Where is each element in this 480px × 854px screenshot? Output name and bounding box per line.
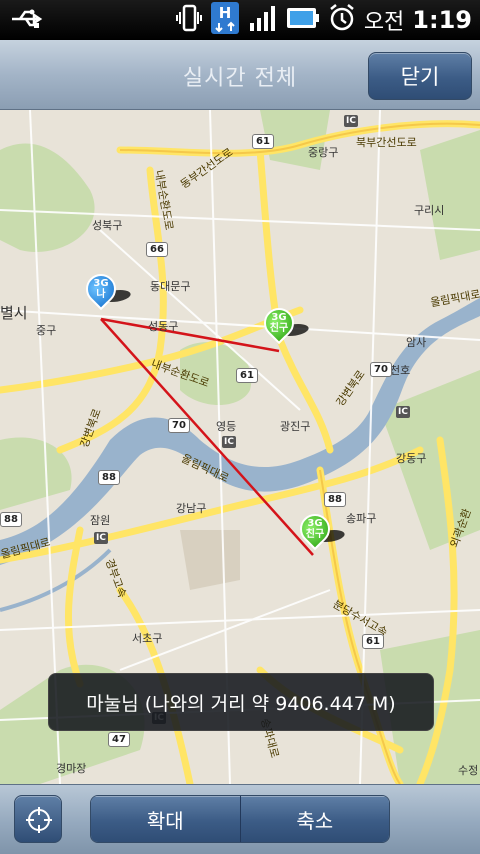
usb-icon xyxy=(10,6,46,36)
friend-marker[interactable]: 3G 친구 xyxy=(293,507,349,560)
route-shield: 88 xyxy=(324,492,346,507)
district-label: 영등 xyxy=(216,420,237,433)
route-shield: 88 xyxy=(0,512,22,527)
district-label: 성동구 xyxy=(148,320,179,333)
bottom-toolbar: 확대 축소 xyxy=(0,784,480,854)
hsdpa-icon: H xyxy=(210,1,240,39)
route-shield: 70 xyxy=(168,418,190,433)
district-label: 중랑구 xyxy=(308,146,339,159)
battery-icon xyxy=(286,5,320,35)
clock-time: 1:19 xyxy=(412,6,472,34)
district-label: 암사 xyxy=(406,336,427,349)
district-label: 천호 xyxy=(390,364,411,377)
status-bar: H 오전 1:19 xyxy=(0,0,480,40)
title-bar: 실시간 전체 닫기 xyxy=(0,40,480,110)
district-label: 경마장 xyxy=(56,762,87,775)
district-label: 성북구 xyxy=(92,219,123,232)
friend-marker[interactable]: 3G 친구 xyxy=(257,301,313,354)
road-label: 북부간선도로 xyxy=(356,136,417,149)
route-shield: 66 xyxy=(146,242,168,257)
district-label: 수정 xyxy=(458,764,479,777)
district-label: 잠원 xyxy=(90,514,111,527)
zoom-in-button[interactable]: 확대 xyxy=(91,796,240,842)
route-shield: 61 xyxy=(252,134,274,149)
svg-text:H: H xyxy=(219,4,232,22)
ic-badge: IC xyxy=(222,436,236,448)
my-location-marker[interactable]: 3G 나 xyxy=(79,267,135,320)
ic-badge: IC xyxy=(344,115,358,127)
route-shield: 61 xyxy=(236,368,258,383)
clock-ampm: 오전 xyxy=(363,10,405,35)
district-label: 광진구 xyxy=(280,420,311,433)
district-label: 구리시 xyxy=(414,204,445,217)
alarm-icon xyxy=(328,3,356,37)
target-icon xyxy=(26,807,52,833)
district-label: 강동구 xyxy=(396,452,427,465)
district-label: 송파구 xyxy=(346,512,377,525)
route-shield: 70 xyxy=(370,362,392,377)
route-shield: 61 xyxy=(362,634,384,649)
route-shield: 88 xyxy=(98,470,120,485)
distance-info-toast: 마눌님 (나와의 거리 약 9406.447 M) xyxy=(48,673,434,731)
district-label: 강남구 xyxy=(176,502,207,515)
my-location-button[interactable] xyxy=(14,795,62,843)
signal-icon xyxy=(248,3,278,37)
district-label: 중구 xyxy=(36,324,57,337)
route-shield: 47 xyxy=(108,732,130,747)
ic-badge: IC xyxy=(396,406,410,418)
district-label: 별시 xyxy=(0,304,28,322)
district-label: 동대문구 xyxy=(150,280,191,293)
close-button[interactable]: 닫기 xyxy=(368,52,472,100)
zoom-out-button[interactable]: 축소 xyxy=(239,796,389,842)
ic-badge: IC xyxy=(94,532,108,544)
zoom-controls: 확대 축소 xyxy=(90,795,390,843)
district-label: 서초구 xyxy=(132,632,163,645)
vibrate-icon xyxy=(175,3,202,37)
